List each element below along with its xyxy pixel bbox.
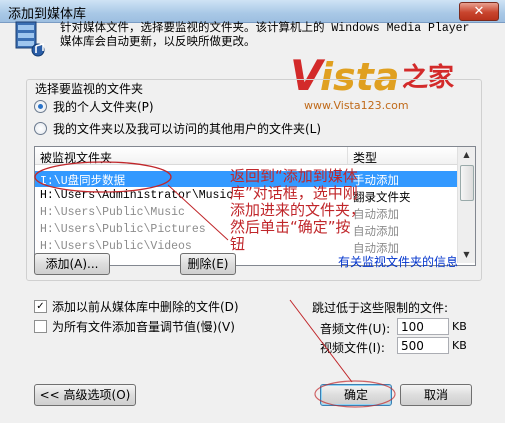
row-path: H:\Users\Public\Music bbox=[40, 206, 185, 219]
column-header-folder[interactable]: 被监视文件夹 bbox=[40, 149, 112, 166]
radio-all-folders[interactable]: 我的文件夹以及我可以访问的其他用户的文件夹(L) bbox=[34, 120, 321, 137]
row-path: H:\Users\Public\Pictures bbox=[40, 223, 206, 236]
audio-unit-label: KB bbox=[452, 320, 467, 333]
radio-selected-indicator bbox=[34, 100, 47, 113]
video-limit-label: 视频文件(I): bbox=[320, 341, 385, 355]
column-header-type[interactable]: 类型 bbox=[353, 149, 377, 166]
scroll-down-icon[interactable]: ▼ bbox=[458, 247, 475, 263]
video-unit-label: KB bbox=[452, 339, 467, 352]
media-library-icon bbox=[15, 21, 45, 57]
list-scrollbar[interactable]: ▲ ▼ bbox=[457, 147, 475, 263]
watched-folders-info-link[interactable]: 有关监视文件夹的信息 bbox=[338, 253, 458, 270]
ok-button[interactable]: 确定 bbox=[320, 384, 392, 406]
scroll-thumb[interactable] bbox=[460, 165, 474, 201]
row-path: H:\Users\Administrator\Music bbox=[40, 189, 234, 202]
row-path: I:\U盘同步数据 bbox=[40, 175, 126, 188]
row-path: H:\Users\Public\Videos bbox=[40, 240, 192, 253]
list-header: 被监视文件夹 类型 bbox=[35, 147, 457, 165]
annotation-text: 返回到“添加到媒体库”对话框，选中刚添加进来的文件夹，然后单击“确定”按钮 bbox=[230, 167, 366, 253]
readd-deleted-label: 添加以前从媒体库中删除的文件(D) bbox=[52, 300, 239, 314]
title-bar: 添加到媒体库 ✕ bbox=[0, 0, 505, 23]
close-icon: ✕ bbox=[473, 4, 485, 19]
video-limit-input[interactable]: 500 bbox=[397, 337, 449, 354]
remove-folder-button[interactable]: 删除(E) bbox=[180, 253, 236, 275]
radio-unselected-indicator bbox=[34, 122, 47, 135]
audio-limit-label: 音频文件(U): bbox=[320, 322, 391, 336]
checkbox-checked-icon: ✓ bbox=[34, 300, 47, 313]
limits-heading: 跳过低于这些限制的文件: bbox=[312, 301, 449, 315]
checkbox-unchecked-icon bbox=[34, 320, 47, 333]
close-button[interactable]: ✕ bbox=[459, 2, 499, 21]
radio-personal-folders[interactable]: 我的个人文件夹(P) bbox=[34, 98, 154, 115]
radio-all-label: 我的文件夹以及我可以访问的其他用户的文件夹(L) bbox=[53, 122, 322, 136]
advanced-options-button[interactable]: << 高级选项(O) bbox=[34, 384, 136, 406]
group-label: 选择要监视的文件夹 bbox=[32, 80, 147, 97]
volume-leveling-checkbox[interactable]: 为所有文件添加音量调节值(慢)(V) bbox=[34, 318, 235, 335]
cancel-button[interactable]: 取消 bbox=[400, 384, 472, 406]
radio-personal-label: 我的个人文件夹(P) bbox=[53, 100, 154, 114]
scroll-up-icon[interactable]: ▲ bbox=[458, 147, 475, 163]
audio-limit-input[interactable]: 100 bbox=[397, 318, 449, 335]
add-folder-button[interactable]: 添加(A)... bbox=[34, 253, 110, 275]
readd-deleted-checkbox[interactable]: ✓ 添加以前从媒体库中删除的文件(D) bbox=[34, 298, 239, 315]
volume-leveling-label: 为所有文件添加音量调节值(慢)(V) bbox=[52, 320, 235, 334]
